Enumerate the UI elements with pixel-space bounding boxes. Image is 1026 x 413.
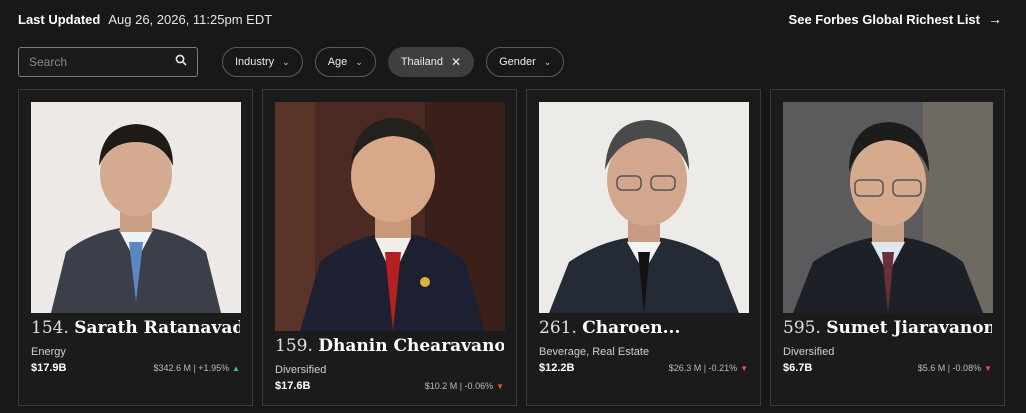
- profile-card[interactable]: 154. Sarath Ratanavadi Energy $17.9B $34…: [18, 89, 253, 406]
- search-box[interactable]: [18, 47, 198, 77]
- daily-change-value: $5.6 M | -0.08%: [917, 363, 982, 373]
- chevron-down-icon: ⌄: [543, 56, 552, 67]
- profile-industry: Beverage, Real Estate: [539, 346, 650, 358]
- gender-filter-label: Gender: [499, 56, 536, 68]
- profile-card[interactable]: 595. Sumet Jiaravanon Diversified $6.7B …: [770, 89, 1005, 406]
- age-filter-label: Age: [327, 56, 348, 68]
- profile-person-name: Dhanin Chearavanont: [318, 336, 504, 356]
- country-filter-label: Thailand: [400, 56, 444, 68]
- profile-card[interactable]: 261. Charoen... Beverage, Real Estate $1…: [526, 89, 761, 406]
- trend-down-icon: ▼: [496, 381, 504, 391]
- net-worth: $17.6B: [275, 380, 311, 392]
- close-icon[interactable]: ✕: [451, 55, 461, 69]
- trend-up-icon: ▲: [232, 363, 240, 373]
- daily-change: $342.6 M | +1.95% ▲: [153, 363, 240, 373]
- gender-filter[interactable]: Gender ⌄: [486, 47, 565, 77]
- profile-card-list: 154. Sarath Ratanavadi Energy $17.9B $34…: [18, 89, 1005, 406]
- search-icon[interactable]: [175, 53, 187, 71]
- daily-change: $5.6 M | -0.08% ▼: [918, 363, 992, 373]
- industry-filter-label: Industry: [235, 56, 275, 68]
- profile-rank: 595.: [783, 318, 821, 338]
- profile-industry: Diversified: [275, 364, 327, 376]
- net-worth: $6.7B: [783, 362, 813, 374]
- profile-photo: [275, 102, 505, 331]
- profile-person-name: Charoen...: [582, 318, 681, 338]
- profile-name: 159. Dhanin Chearavanont: [275, 336, 504, 356]
- industry-filter[interactable]: Industry ⌄: [222, 47, 303, 77]
- top-bar: Last Updated Aug 26, 2026, 11:25pm EDT S…: [18, 8, 1002, 30]
- profile-photo: [539, 102, 749, 313]
- profile-rank: 154.: [31, 318, 69, 338]
- last-updated-value: Aug 26, 2026, 11:25pm EDT: [108, 11, 273, 27]
- daily-change: $10.2 M | -0.06% ▼: [425, 381, 504, 391]
- profile-photo: [783, 102, 993, 313]
- search-input[interactable]: [29, 55, 159, 69]
- arrow-right-icon: →: [988, 11, 1002, 27]
- net-worth: $12.2B: [539, 362, 575, 374]
- profile-rank: 159.: [275, 336, 313, 356]
- trend-down-icon: ▼: [984, 363, 992, 373]
- global-richest-list-link[interactable]: See Forbes Global Richest List →: [789, 11, 1002, 27]
- profile-name: 261. Charoen...: [539, 318, 748, 338]
- filter-bar: Industry ⌄ Age ⌄ Thailand ✕ Gender ⌄: [18, 47, 565, 77]
- profile-person-name: Sumet Jiaravanon: [826, 318, 992, 338]
- last-updated-label: Last Updated: [18, 11, 101, 27]
- daily-change: $26.3 M | -0.21% ▼: [669, 363, 748, 373]
- country-filter-thailand[interactable]: Thailand ✕: [387, 47, 475, 77]
- profile-photo: [31, 102, 241, 313]
- age-filter[interactable]: Age ⌄: [314, 47, 376, 77]
- daily-change-value: $26.3 M | -0.21%: [668, 363, 738, 373]
- trend-down-icon: ▼: [740, 363, 748, 373]
- daily-change-value: $10.2 M | -0.06%: [424, 381, 494, 391]
- profile-name: 154. Sarath Ratanavadi: [31, 318, 240, 338]
- profile-industry: Energy: [31, 346, 66, 358]
- last-updated: Last Updated Aug 26, 2026, 11:25pm EDT: [18, 12, 272, 27]
- profile-industry: Diversified: [783, 346, 835, 358]
- profile-rank: 261.: [539, 318, 577, 338]
- net-worth: $17.9B: [31, 362, 67, 374]
- chevron-down-icon: ⌄: [355, 56, 363, 67]
- profile-name: 595. Sumet Jiaravanon: [783, 318, 992, 338]
- profile-person-name: Sarath Ratanavadi: [74, 318, 240, 338]
- global-richest-list-label: See Forbes Global Richest List: [788, 11, 980, 27]
- daily-change-value: $342.6 M | +1.95%: [153, 363, 230, 373]
- profile-card[interactable]: 159. Dhanin Chearavanont Diversified $17…: [262, 89, 517, 406]
- chevron-down-icon: ⌄: [282, 56, 290, 67]
